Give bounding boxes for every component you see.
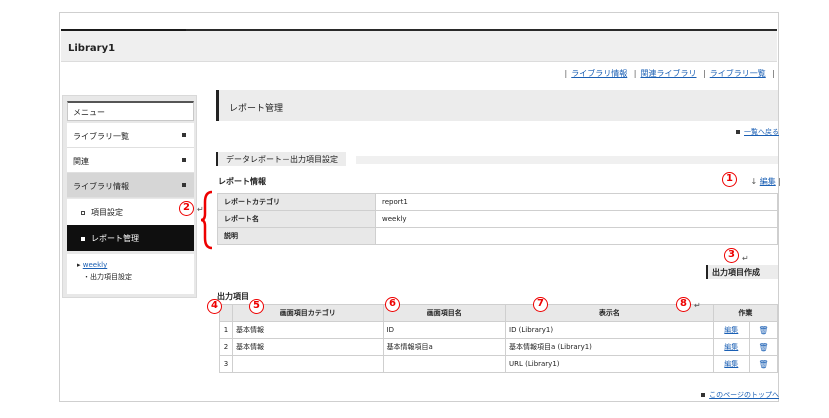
page-top-wrap: このページのトップへ bbox=[701, 390, 779, 400]
app-title: Library1 bbox=[68, 43, 116, 54]
back-link-wrap: 一覧へ戻る bbox=[736, 127, 779, 137]
report-category-value: report1 bbox=[375, 193, 778, 211]
row-edit-link[interactable]: 編集 bbox=[724, 360, 738, 368]
sidebar-sub-item-report-management[interactable]: レポート管理 bbox=[67, 225, 194, 251]
sidebar-sub-label: 項目設定 bbox=[91, 208, 123, 217]
row-delete-cell: 🗑 bbox=[748, 355, 779, 373]
red-brace-icon bbox=[200, 190, 213, 250]
sidebar-tail: ▸ weekly ・出力項目設定 bbox=[67, 254, 194, 294]
row-edit-cell: 編集 bbox=[712, 355, 750, 373]
table-row: 2 基本情報 基本情報項目a 基本情報項目a (Library1) 編集 🗑 bbox=[218, 338, 779, 356]
edit-link-wrap: ↓ 編集 | bbox=[750, 177, 782, 186]
callout-marker: 8 bbox=[676, 297, 691, 312]
return-arrow-icon: ↵ bbox=[694, 301, 701, 310]
sidebar-item-library-list[interactable]: ライブラリ一覧 bbox=[67, 123, 194, 148]
square-bullet-icon bbox=[182, 158, 186, 162]
row-display-name: ID (Library1) bbox=[505, 321, 714, 339]
column-header-actions: 作業 bbox=[712, 304, 779, 322]
report-info-edit-link[interactable]: 編集 bbox=[760, 177, 776, 186]
sidebar-weekly-link[interactable]: weekly bbox=[83, 261, 107, 269]
square-outline-icon bbox=[81, 210, 85, 215]
row-number: 3 bbox=[218, 355, 234, 373]
toplink-library-list[interactable]: ライブラリ一覧 bbox=[710, 69, 766, 78]
top-links: | ライブラリ情報 | 関連ライブラリ | ライブラリ一覧 | bbox=[564, 69, 775, 78]
callout-marker: 4 bbox=[207, 299, 222, 314]
square-bullet-icon bbox=[182, 133, 186, 137]
output-items-table: 画面項目カテゴリ 画面項目名 表示名 作業 1 基本情報 ID ID (Libr… bbox=[218, 304, 779, 373]
callout-marker: 5 bbox=[249, 299, 264, 314]
row-edit-cell: 編集 bbox=[712, 321, 750, 339]
row-category: 基本情報 bbox=[232, 338, 384, 356]
page-title: レポート管理 bbox=[216, 90, 778, 121]
row-edit-link[interactable]: 編集 bbox=[724, 326, 738, 334]
sidebar-item-library-info[interactable]: ライブラリ情報 bbox=[67, 173, 194, 198]
toplink-library-info[interactable]: ライブラリ情報 bbox=[571, 69, 627, 78]
table-row: 1 基本情報 ID ID (Library1) 編集 🗑 bbox=[218, 321, 779, 339]
sidebar-tail-sub: ・出力項目設定 bbox=[83, 273, 132, 281]
title-bar-accent bbox=[61, 29, 186, 31]
row-delete-cell: 🗑 bbox=[748, 321, 779, 339]
row-item-name bbox=[382, 355, 507, 373]
table-row: レポートカテゴリ report1 bbox=[217, 193, 778, 211]
back-to-list-link[interactable]: 一覧へ戻る bbox=[744, 128, 779, 136]
row-edit-cell: 編集 bbox=[712, 338, 750, 356]
callout-marker: 1 bbox=[722, 172, 737, 187]
table-row: 説明 bbox=[217, 227, 778, 245]
row-edit-link[interactable]: 編集 bbox=[724, 343, 738, 351]
report-name-label: レポート名 bbox=[217, 210, 376, 228]
sidebar-sub-item-settings[interactable]: 項目設定 bbox=[67, 199, 194, 225]
table-row: レポート名 weekly bbox=[217, 210, 778, 228]
return-arrow-icon: ↵ bbox=[197, 205, 204, 214]
page-top-link[interactable]: このページのトップへ bbox=[709, 391, 779, 399]
section-title: データレポート－出力項目設定 bbox=[218, 152, 346, 166]
trash-icon[interactable]: 🗑 bbox=[758, 343, 768, 352]
report-info-label: レポート情報 bbox=[218, 177, 266, 186]
column-header-item-name: 画面項目名 bbox=[382, 304, 507, 322]
create-output-item-button[interactable]: 出力項目作成 bbox=[706, 265, 778, 279]
output-items-label: 出力項目 bbox=[217, 292, 249, 301]
row-item-name: ID bbox=[382, 321, 507, 339]
sidebar-item-related[interactable]: 関連 bbox=[67, 148, 194, 173]
sidebar-sub-label: レポート管理 bbox=[91, 234, 139, 243]
square-bullet-icon bbox=[182, 183, 186, 187]
row-number: 2 bbox=[218, 338, 234, 356]
callout-marker: 7 bbox=[533, 297, 548, 312]
callout-marker: 2 bbox=[179, 201, 194, 216]
sidebar-item-label: ライブラリ一覧 bbox=[73, 132, 129, 141]
menu-title: メニュー bbox=[67, 101, 194, 121]
callout-marker: 6 bbox=[385, 297, 400, 312]
trash-icon[interactable]: 🗑 bbox=[758, 326, 768, 335]
toplink-related-libraries[interactable]: 関連ライブラリ bbox=[641, 69, 697, 78]
callout-marker: 3 bbox=[724, 248, 739, 263]
section-header: データレポート－出力項目設定 bbox=[216, 152, 778, 166]
table-row: 3 URL (Library1) 編集 🗑 bbox=[218, 355, 779, 373]
row-display-name: URL (Library1) bbox=[505, 355, 714, 373]
report-info-table: レポートカテゴリ report1 レポート名 weekly 説明 bbox=[217, 193, 778, 245]
row-item-name: 基本情報項目a bbox=[382, 338, 507, 356]
section-rule bbox=[356, 156, 778, 164]
return-arrow-icon: ↵ bbox=[742, 254, 749, 263]
report-name-value: weekly bbox=[375, 210, 778, 228]
row-delete-cell: 🗑 bbox=[748, 338, 779, 356]
square-bullet-icon bbox=[736, 130, 740, 134]
description-value bbox=[375, 227, 778, 245]
description-label: 説明 bbox=[217, 227, 376, 245]
row-category bbox=[232, 355, 384, 373]
trash-icon[interactable]: 🗑 bbox=[758, 360, 768, 369]
square-bullet-icon bbox=[701, 393, 706, 397]
sidebar: メニュー ライブラリ一覧 関連 ライブラリ情報 項目設定 レポート管理 ▸ we… bbox=[62, 95, 197, 298]
row-category: 基本情報 bbox=[232, 321, 384, 339]
report-category-label: レポートカテゴリ bbox=[217, 193, 376, 211]
sidebar-item-label: ライブラリ情報 bbox=[73, 182, 129, 191]
square-bullet-icon bbox=[81, 236, 85, 241]
sidebar-item-label: 関連 bbox=[73, 157, 89, 166]
title-bar: Library1 bbox=[61, 29, 777, 62]
row-display-name: 基本情報項目a (Library1) bbox=[505, 338, 714, 356]
row-number: 1 bbox=[218, 321, 234, 339]
